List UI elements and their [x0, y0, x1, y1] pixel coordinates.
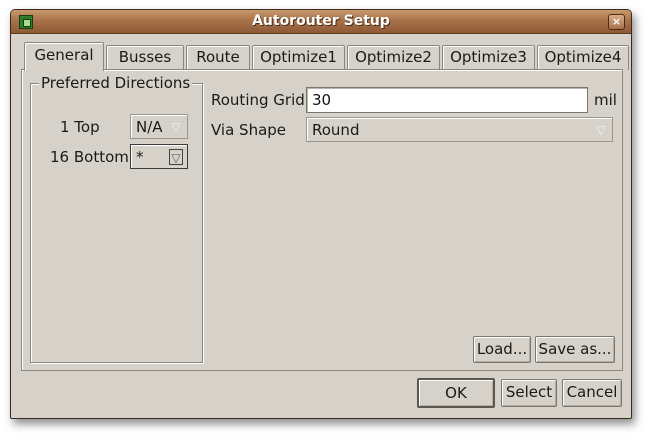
ok-button[interactable]: OK — [417, 378, 495, 408]
tab-optimize3[interactable]: Optimize3 — [442, 45, 535, 70]
load-button[interactable]: Load... — [473, 336, 531, 363]
via-shape-label: Via Shape — [211, 121, 287, 139]
preferred-directions-group: Preferred Directions 1 Top N/A ▽ 16 Bott… — [30, 74, 203, 363]
top-direction-select[interactable]: N/A ▽ — [130, 114, 188, 139]
title-bar[interactable]: Autorouter Setup × — [11, 10, 631, 34]
window-title: Autorouter Setup — [252, 13, 390, 29]
close-icon[interactable]: × — [608, 14, 625, 30]
chevron-down-icon: ▽ — [596, 123, 606, 137]
layer-label-bottom: 16 Bottom — [50, 148, 129, 166]
routing-grid-unit: mil — [594, 91, 617, 109]
top-direction-value: N/A — [136, 118, 163, 136]
cancel-button[interactable]: Cancel — [562, 379, 622, 407]
chevron-down-icon: ▽ — [171, 120, 181, 134]
tab-busses[interactable]: Busses — [106, 45, 184, 70]
tab-optimize4[interactable]: Optimize4 — [537, 45, 629, 70]
routing-grid-input[interactable] — [306, 87, 588, 113]
chevron-down-icon: ▽ — [169, 149, 183, 165]
autorouter-setup-dialog: Autorouter Setup × General Busses Route … — [10, 9, 632, 419]
via-shape-value: Round — [312, 121, 360, 139]
layer-label-top: 1 Top — [60, 118, 100, 136]
tab-route[interactable]: Route — [186, 45, 250, 70]
routing-grid-label: Routing Grid — [211, 91, 305, 109]
tab-optimize1[interactable]: Optimize1 — [252, 45, 345, 70]
bottom-direction-value: * — [136, 148, 144, 166]
group-title: Preferred Directions — [39, 74, 193, 92]
save-as-button[interactable]: Save as... — [535, 336, 615, 363]
bottom-direction-select[interactable]: * ▽ — [130, 144, 188, 169]
tab-general[interactable]: General — [24, 42, 104, 71]
tab-optimize2[interactable]: Optimize2 — [347, 45, 440, 70]
select-button[interactable]: Select — [501, 379, 557, 407]
general-tab-panel: Preferred Directions 1 Top N/A ▽ 16 Bott… — [21, 69, 623, 371]
via-shape-select[interactable]: Round ▽ — [306, 117, 613, 142]
